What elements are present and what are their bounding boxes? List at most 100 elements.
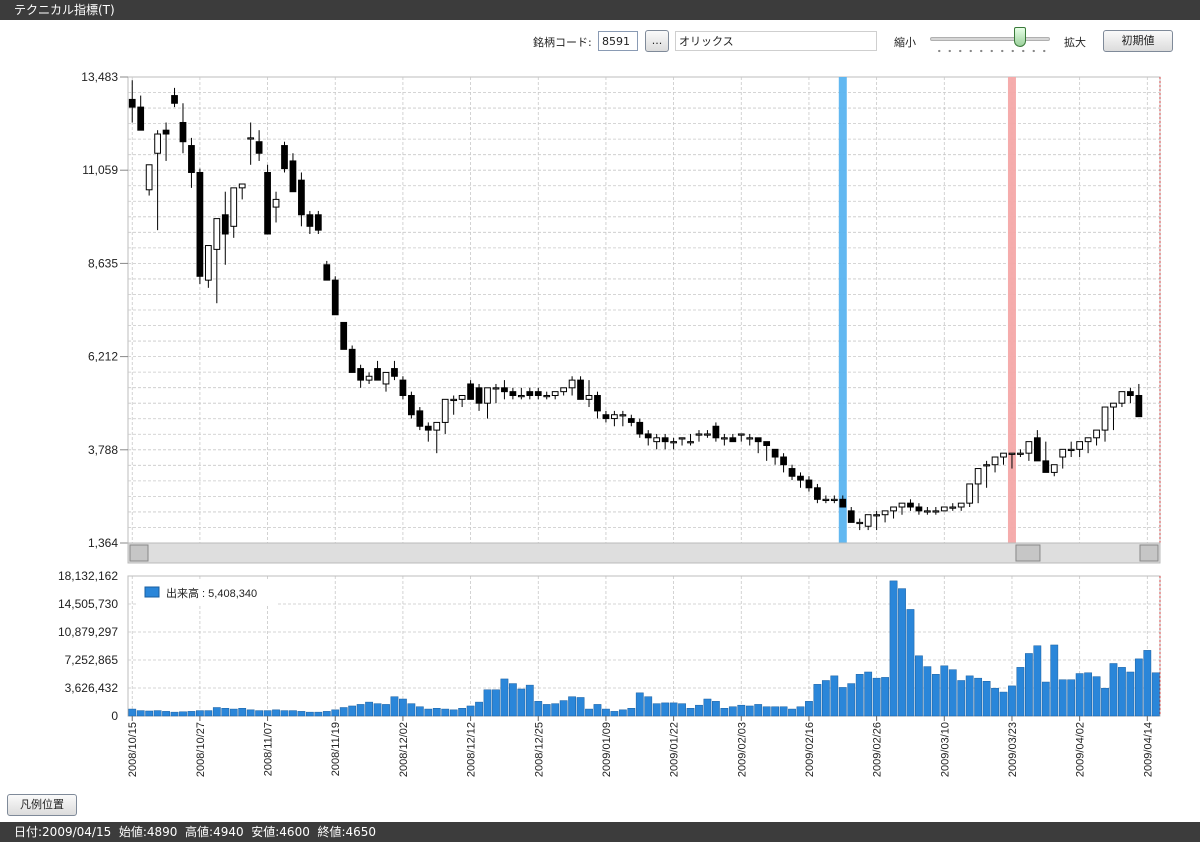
candle-body-up bbox=[966, 483, 974, 504]
candle-body-down bbox=[391, 368, 398, 377]
candle-body-down bbox=[340, 321, 348, 350]
volume-tick-label: 3,626,432 bbox=[65, 681, 119, 695]
candle-body-up bbox=[890, 506, 897, 512]
candle-body-up bbox=[230, 187, 238, 227]
legend-label: 出来高 : 5,408,340 bbox=[166, 586, 257, 600]
legend-position-button[interactable]: 凡例位置 bbox=[7, 794, 77, 816]
candle-body-up bbox=[1110, 402, 1117, 408]
candle-body-up bbox=[830, 498, 838, 502]
price-tick-label: 6,212 bbox=[88, 350, 118, 364]
volume-bar bbox=[957, 680, 966, 717]
candle-body-down bbox=[1127, 391, 1134, 396]
price-tick-label: 3,788 bbox=[88, 443, 118, 457]
candle-body-up bbox=[678, 437, 686, 440]
volume-bar bbox=[534, 701, 543, 717]
candle-body-up bbox=[940, 506, 948, 512]
zoom-slider-track[interactable] bbox=[930, 37, 1050, 41]
candle-body-up bbox=[619, 414, 627, 417]
volume-bar bbox=[762, 706, 771, 717]
volume-bar bbox=[407, 703, 416, 717]
volume-bar bbox=[1084, 672, 1092, 717]
horizontal-scrollbar[interactable] bbox=[127, 542, 1161, 564]
candle-body-up bbox=[949, 506, 957, 509]
browse-button[interactable]: ... bbox=[645, 30, 669, 52]
volume-bar bbox=[1058, 679, 1067, 717]
date-tick-label: 2008/11/19 bbox=[330, 722, 342, 776]
volume-bar bbox=[940, 665, 949, 717]
reset-button[interactable]: 初期値 bbox=[1103, 30, 1173, 52]
candle-body-down bbox=[602, 414, 610, 420]
volume-bar bbox=[737, 704, 746, 717]
candle bbox=[196, 168, 204, 284]
candle-body-up bbox=[365, 375, 373, 381]
volume-bar bbox=[196, 710, 204, 717]
scrollbar-track bbox=[127, 542, 1161, 564]
candle-body-up bbox=[1025, 441, 1033, 454]
candle-body-up bbox=[441, 398, 449, 423]
candle-body-up bbox=[433, 421, 441, 431]
code-input[interactable] bbox=[598, 31, 638, 51]
volume-bar bbox=[1050, 644, 1059, 717]
volume-bar bbox=[669, 702, 678, 717]
candle-body-up bbox=[983, 464, 990, 467]
date-axis: 2008/10/15 2008/10/27 2008/11/07 2008/11/19… bbox=[127, 716, 1154, 777]
candle-body-up bbox=[932, 510, 940, 513]
candle-body-down bbox=[780, 456, 787, 466]
candle-body-down bbox=[306, 214, 314, 227]
candle-body-up bbox=[898, 502, 906, 508]
volume-bar bbox=[1033, 645, 1042, 717]
volume-bar bbox=[263, 710, 272, 717]
volume-bar bbox=[297, 711, 306, 717]
volume-bar bbox=[382, 704, 390, 717]
candle-body-down bbox=[357, 368, 364, 381]
candle bbox=[408, 391, 415, 419]
scrollbar-range-thumb bbox=[1015, 544, 1041, 562]
candle-body-up bbox=[1101, 406, 1109, 431]
candle-body-up bbox=[238, 183, 246, 189]
candle-body-down bbox=[1033, 437, 1041, 462]
volume-bar bbox=[272, 709, 280, 717]
date-tick-label: 2009/03/10 bbox=[939, 722, 951, 777]
candle-body-up bbox=[864, 514, 872, 527]
candle-body-down bbox=[501, 387, 508, 393]
candle-body-up bbox=[145, 164, 153, 191]
volume-bar bbox=[898, 588, 906, 717]
volume-bar bbox=[948, 669, 957, 717]
volume-bar bbox=[847, 683, 856, 717]
volume-bar bbox=[246, 709, 255, 717]
volume-bar bbox=[255, 710, 264, 717]
date-tick-label: 2009/04/02 bbox=[1075, 722, 1087, 777]
volume-bar bbox=[712, 701, 720, 717]
candle-body-up bbox=[957, 502, 965, 508]
candle-body-up bbox=[560, 387, 568, 393]
volume-bar bbox=[585, 708, 593, 717]
volume-bar bbox=[661, 702, 670, 717]
candle-body-down bbox=[128, 98, 136, 108]
candle bbox=[940, 506, 948, 512]
candle-body-up bbox=[272, 198, 280, 208]
zoom-slider-thumb[interactable] bbox=[1014, 27, 1026, 47]
candle-body-down bbox=[399, 379, 407, 396]
stock-name-field bbox=[675, 31, 877, 51]
candle-body-up bbox=[822, 498, 830, 502]
volume-bar bbox=[280, 710, 289, 717]
volume-bar bbox=[322, 711, 331, 717]
volume-bar bbox=[1101, 687, 1109, 717]
price-tick-label: 11,059 bbox=[82, 163, 118, 177]
candle-body-up bbox=[704, 433, 711, 436]
volume-bar bbox=[915, 655, 923, 717]
candle-body-down bbox=[847, 510, 855, 523]
volume-bar bbox=[153, 710, 162, 717]
volume-bar bbox=[695, 704, 703, 717]
volume-bar bbox=[999, 691, 1008, 717]
volume-bar bbox=[838, 687, 847, 717]
candle-body-up bbox=[551, 391, 559, 396]
candle-body-down bbox=[196, 171, 204, 277]
candle-body-down bbox=[805, 479, 813, 489]
volume-bar bbox=[745, 705, 754, 717]
candle-body-down bbox=[1042, 460, 1050, 473]
candle-body-down bbox=[754, 437, 762, 443]
candle-body-up bbox=[720, 437, 728, 440]
volume-bar bbox=[415, 706, 424, 717]
volume-bar bbox=[771, 706, 780, 717]
